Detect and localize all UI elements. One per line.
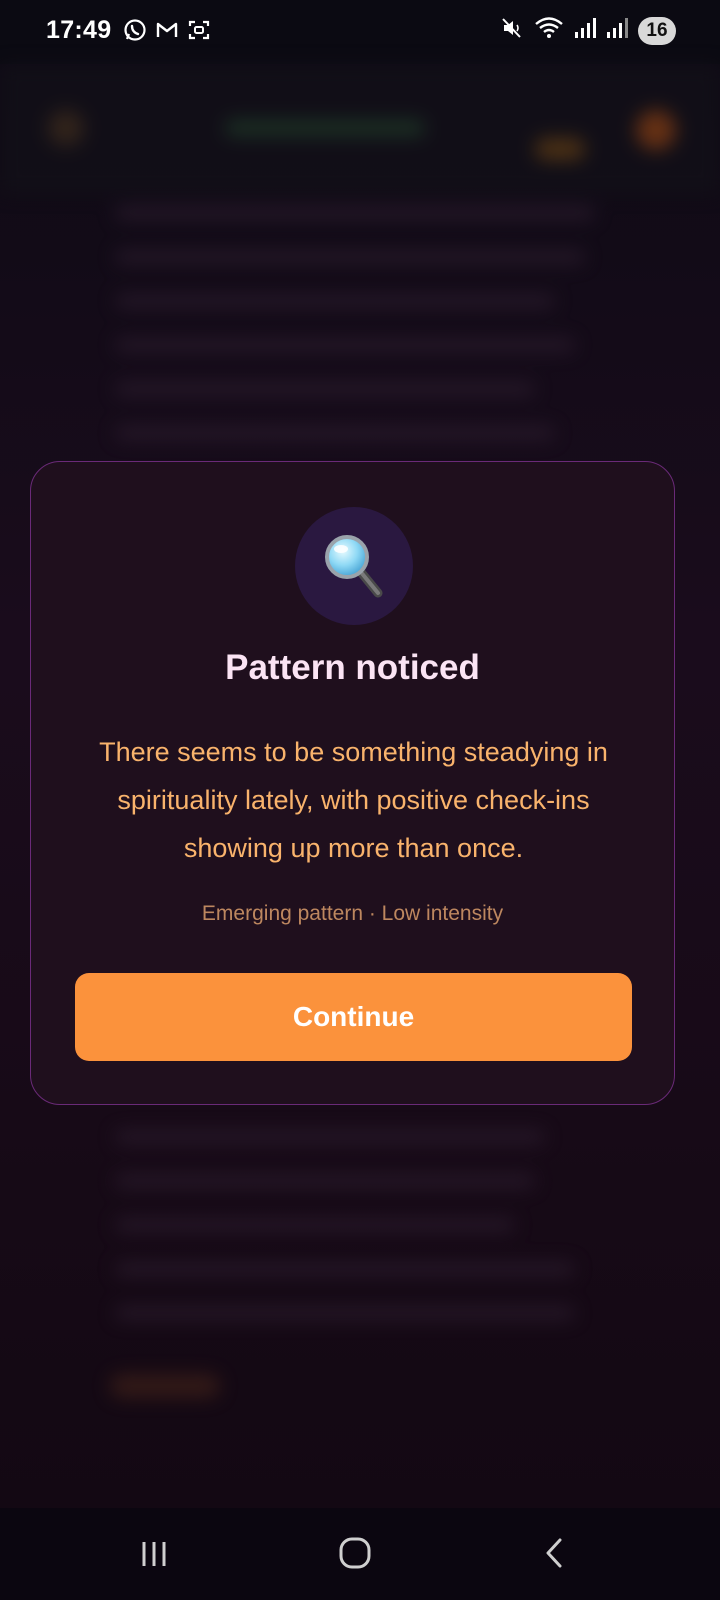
mute-icon [500, 16, 524, 45]
status-time: 17:49 [46, 16, 112, 44]
signal-icon [574, 16, 596, 45]
background-title [225, 120, 425, 136]
wifi-icon [534, 16, 564, 45]
status-bar: 17:49 16 [0, 0, 720, 64]
modal-title: Pattern noticed [225, 648, 480, 687]
continue-button[interactable]: Continue [75, 973, 632, 1061]
background-text-line [115, 250, 585, 264]
notification-icons [123, 18, 211, 42]
background-text-line [115, 1218, 515, 1232]
background-text-line [115, 382, 535, 396]
background-avatar [636, 110, 676, 150]
background-text-line [115, 1130, 545, 1144]
background-badge [535, 138, 585, 160]
background-text-line [115, 426, 555, 440]
background-chip [110, 1374, 220, 1398]
navigation-bar [0, 1508, 720, 1600]
background-text-line [115, 1262, 575, 1276]
background-text-line [115, 206, 595, 220]
gmail-icon [155, 18, 179, 42]
battery-indicator: 16 [638, 16, 676, 45]
modal-icon-container [295, 507, 413, 625]
pattern-modal: Pattern noticed There seems to be someth… [30, 461, 675, 1105]
magnifying-glass-icon [325, 535, 383, 598]
background-text-line [115, 338, 575, 352]
pattern-meta: Emerging pattern · Low intensity [201, 902, 504, 925]
home-icon[interactable] [337, 1534, 377, 1574]
modal-message: There seems to be something steadying in… [99, 737, 608, 863]
background-menu-icon [48, 110, 84, 146]
system-icons: 16 [500, 16, 676, 45]
screenshot-icon [187, 18, 211, 42]
back-icon[interactable] [536, 1534, 576, 1574]
background-text-line [115, 1174, 535, 1188]
background-text-line [115, 294, 555, 308]
whatsapp-icon [123, 18, 147, 42]
signal-icon-2 [606, 16, 628, 45]
background-text-line [115, 1306, 575, 1320]
recent-apps-icon[interactable] [136, 1534, 176, 1574]
